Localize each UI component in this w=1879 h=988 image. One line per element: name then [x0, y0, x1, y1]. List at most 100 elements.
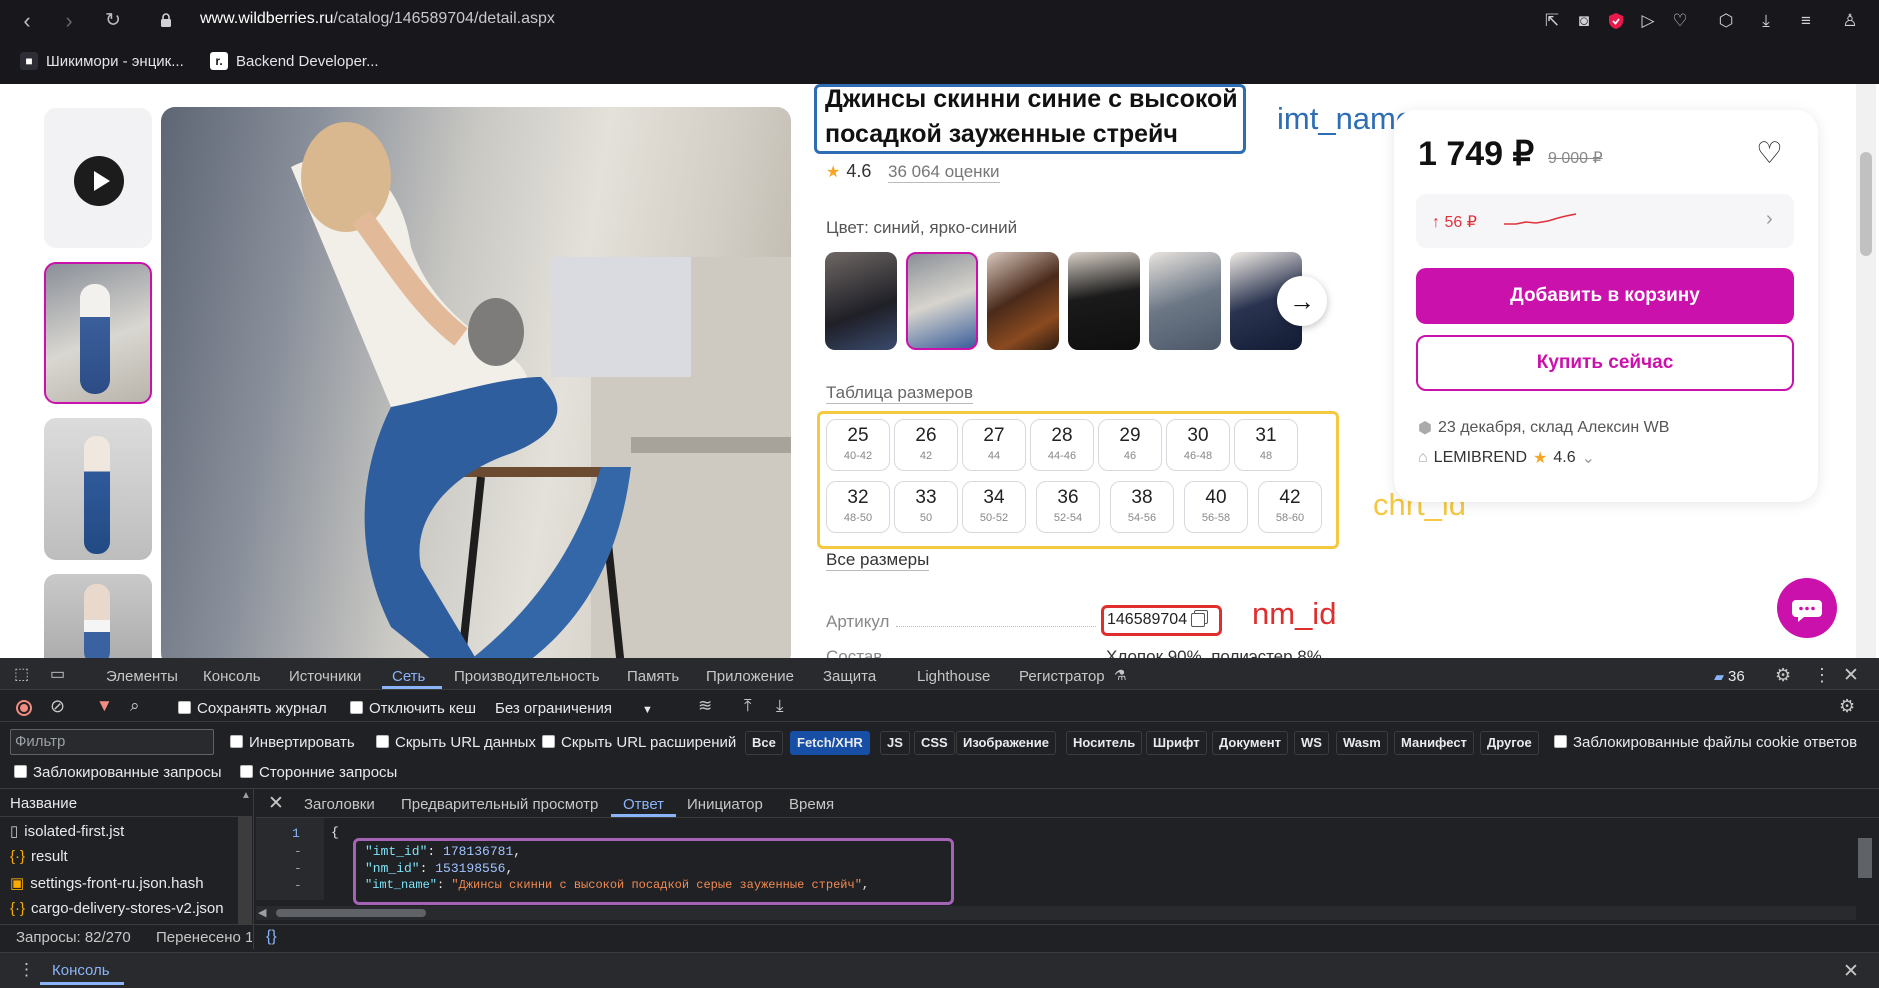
image-thumbnail-3[interactable] — [44, 574, 152, 658]
filter-media[interactable]: Носитель — [1066, 731, 1143, 755]
download-icon[interactable]: ⤓ — [1754, 9, 1778, 33]
preserve-log-checkbox[interactable]: Сохранять журнал — [178, 700, 327, 717]
image-thumbnail-2[interactable] — [44, 418, 152, 560]
bookmark-shikimori[interactable]: ■ Шикимори - энцик... — [20, 52, 184, 70]
drawer-menu-icon[interactable]: ⋮ — [18, 960, 35, 980]
issues-counter[interactable]: ▰ 36 — [1714, 668, 1745, 685]
detail-tab-timing[interactable]: Время — [789, 796, 834, 813]
size-option[interactable]: 30 46-48 — [1166, 419, 1230, 471]
filter-css[interactable]: CSS — [914, 731, 955, 755]
size-option[interactable]: 29 46 — [1098, 419, 1162, 471]
size-option[interactable]: 40 56-58 — [1184, 481, 1248, 533]
tab-performance[interactable]: Производительность — [454, 668, 600, 685]
more-options-icon[interactable]: ⋮ — [1813, 665, 1831, 686]
request-row[interactable]: {·} cargo-delivery-stores-v2.json — [10, 900, 238, 917]
image-thumbnail-1[interactable] — [44, 262, 152, 404]
size-option[interactable]: 42 58-60 — [1258, 481, 1322, 533]
request-row[interactable]: {·} result — [10, 848, 68, 865]
filter-document[interactable]: Документ — [1212, 731, 1288, 755]
inspect-element-icon[interactable]: ⬚ — [14, 664, 29, 684]
color-option-3[interactable] — [987, 252, 1059, 350]
code-horizontal-scrollbar-thumb[interactable] — [276, 909, 426, 917]
drawer-tab-console[interactable]: Консоль — [52, 962, 110, 979]
back-icon[interactable]: ‹ — [12, 6, 42, 36]
filter-fetch-xhr[interactable]: Fetch/XHR — [790, 731, 870, 755]
hide-ext-urls-checkbox[interactable]: Скрыть URL расширений — [542, 734, 736, 751]
network-settings-gear-icon[interactable]: ⚙ — [1839, 696, 1855, 717]
settings-gear-icon[interactable]: ⚙ — [1775, 665, 1791, 686]
seller-info[interactable]: ⌂ LEMIBREND ★ 4.6 ⌄ — [1418, 448, 1595, 468]
heart-icon[interactable]: ♡ — [1668, 9, 1692, 33]
close-detail-icon[interactable]: ✕ — [268, 792, 284, 815]
color-option-4[interactable] — [1068, 252, 1140, 350]
close-drawer-icon[interactable]: ✕ — [1843, 960, 1859, 983]
tab-sources[interactable]: Источники — [289, 668, 361, 685]
blocked-requests-checkbox[interactable]: Заблокированные запросы — [14, 764, 222, 781]
page-scrollbar-thumb[interactable] — [1860, 152, 1872, 256]
copy-icon[interactable] — [1191, 613, 1206, 627]
detail-tab-response[interactable]: Ответ — [623, 796, 664, 813]
filter-js[interactable]: JS — [880, 731, 910, 755]
tab-memory[interactable]: Память — [627, 668, 679, 685]
size-option[interactable]: 26 42 — [894, 419, 958, 471]
color-option-2[interactable] — [906, 252, 978, 350]
tab-network[interactable]: Сеть — [392, 668, 425, 685]
size-option[interactable]: 28 44-46 — [1030, 419, 1094, 471]
size-option[interactable]: 38 54-56 — [1110, 481, 1174, 533]
tab-elements[interactable]: Элементы — [106, 668, 178, 685]
tab-recorder[interactable]: Регистратор — [1019, 668, 1105, 685]
box-icon[interactable]: ⬡ — [1714, 9, 1738, 33]
tab-security[interactable]: Защита — [823, 668, 876, 685]
article-value[interactable]: 146589704 — [1107, 611, 1206, 629]
scroll-left-icon[interactable]: ◀ — [258, 906, 266, 919]
filter-wasm[interactable]: Wasm — [1336, 731, 1388, 755]
menu-icon[interactable]: ≡ — [1794, 9, 1818, 33]
add-to-cart-button[interactable]: Добавить в корзину — [1416, 268, 1794, 324]
filter-ws[interactable]: WS — [1294, 731, 1329, 755]
price-history-button[interactable]: ↑ 56 ₽ › — [1416, 194, 1794, 248]
send-icon[interactable]: ▷ — [1636, 9, 1660, 33]
pretty-print-icon[interactable]: {} — [266, 928, 277, 946]
network-conditions-icon[interactable]: ≋ — [698, 696, 712, 716]
device-toolbar-icon[interactable]: ▭ — [50, 664, 65, 684]
all-sizes-link[interactable]: Все размеры — [826, 550, 930, 571]
filter-icon[interactable]: ▼ — [96, 696, 113, 716]
close-devtools-icon[interactable]: ✕ — [1843, 664, 1859, 687]
detail-tab-initiator[interactable]: Инициатор — [687, 796, 763, 813]
tab-lighthouse[interactable]: Lighthouse — [917, 668, 990, 685]
detail-tab-preview[interactable]: Предварительный просмотр — [401, 796, 598, 813]
size-option[interactable]: 27 44 — [962, 419, 1026, 471]
name-column-header[interactable]: Название — [10, 795, 77, 812]
disable-cache-checkbox[interactable]: Отключить кеш — [350, 700, 476, 717]
request-row[interactable]: ▯ isolated-first.jst — [10, 822, 124, 840]
filter-manifest[interactable]: Манифест — [1394, 731, 1474, 755]
filter-all[interactable]: Все — [745, 731, 783, 755]
address-bar[interactable]: www.wildberries.ru/catalog/146589704/det… — [200, 10, 555, 28]
third-party-checkbox[interactable]: Сторонние запросы — [240, 764, 397, 781]
detail-tab-headers[interactable]: Заголовки — [304, 796, 375, 813]
buy-now-button[interactable]: Купить сейчас — [1416, 335, 1794, 391]
record-icon[interactable] — [16, 700, 32, 716]
filter-other[interactable]: Другое — [1480, 731, 1539, 755]
reload-icon[interactable]: ↻ — [98, 6, 128, 36]
shield-icon[interactable] — [1604, 9, 1628, 33]
video-thumbnail[interactable] — [44, 108, 152, 248]
export-har-icon[interactable]: ⤓ — [776, 696, 784, 716]
favorite-heart-icon[interactable]: ♡ — [1756, 136, 1783, 171]
hide-data-urls-checkbox[interactable]: Скрыть URL данных — [376, 734, 536, 751]
chat-button[interactable] — [1777, 578, 1837, 638]
size-option[interactable]: 25 40-42 — [826, 419, 890, 471]
code-horizontal-scrollbar[interactable] — [256, 906, 1856, 920]
filter-font[interactable]: Шрифт — [1146, 731, 1207, 755]
color-option-1[interactable] — [825, 252, 897, 350]
size-option[interactable]: 36 52-54 — [1036, 481, 1100, 533]
search-icon[interactable]: ⌕ — [130, 696, 140, 716]
request-list-scrollbar[interactable] — [238, 816, 252, 924]
size-option[interactable]: 34 50-52 — [962, 481, 1026, 533]
profile-icon[interactable]: ♙ — [1838, 9, 1862, 33]
camera-icon[interactable]: ◙ — [1572, 9, 1596, 33]
request-row[interactable]: ▣ settings-front-ru.json.hash — [10, 874, 204, 892]
size-option[interactable]: 31 48 — [1234, 419, 1298, 471]
clear-icon[interactable]: ⊘ — [50, 696, 65, 717]
tab-console[interactable]: Консоль — [203, 668, 261, 685]
